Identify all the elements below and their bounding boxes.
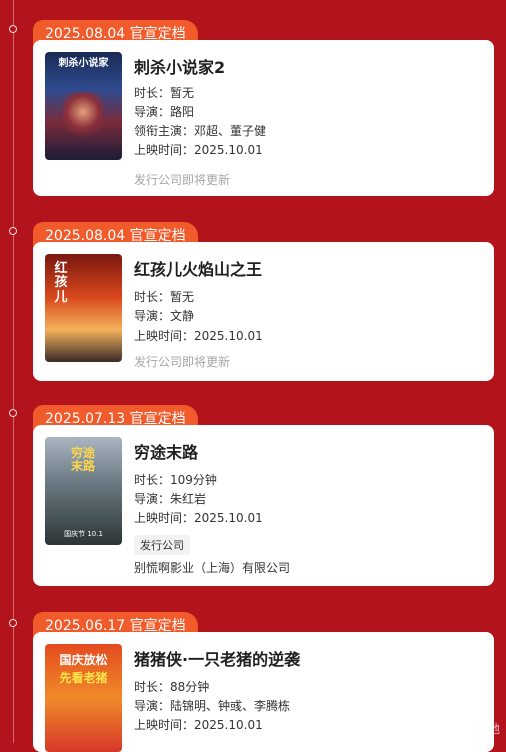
timeline-dot: [9, 25, 17, 33]
movie-entry[interactable]: 2025.08.04 官宣定档 刺杀小说家 刺杀小说家2 时长：暂无 导演：路阳…: [33, 20, 494, 197]
movie-title: 刺杀小说家2: [134, 58, 226, 77]
movie-poster[interactable]: 国庆放松 先看老猪: [45, 644, 122, 752]
movie-release-date: 上映时间：2025.10.01: [134, 329, 263, 343]
movie-entry[interactable]: 2025.08.04 官宣定档 红孩儿 红孩儿火焰山之王 时长：暂无 导演：文静…: [33, 222, 494, 382]
timeline-line: [13, 0, 14, 743]
publisher-name: 别慌啊影业（上海）有限公司: [134, 561, 291, 575]
poster-title-text: 刺杀小说家: [58, 58, 109, 69]
poster-subtext: 国庆节 10.1: [64, 530, 103, 539]
poster-title-text: 红孩儿: [54, 261, 68, 305]
movie-director: 导演：路阳: [134, 105, 195, 119]
movie-release-date: 上映时间：2025.10.01: [134, 143, 263, 157]
poster-title-text: 先看老猪: [59, 671, 108, 685]
movie-duration: 时长：109分钟: [134, 473, 217, 487]
publisher-pending: 发行公司即将更新: [134, 173, 231, 187]
movie-poster[interactable]: 穷途末路 国庆节 10.1: [45, 437, 122, 545]
movie-director: 导演：文静: [134, 309, 195, 323]
movie-cast: 领衔主演：邓超、董子健: [134, 124, 267, 138]
movie-card[interactable]: 红孩儿 红孩儿火焰山之王 时长：暂无 导演：文静 上映时间：2025.10.01…: [33, 242, 494, 381]
movie-entry[interactable]: 2025.07.13 官宣定档 穷途末路 国庆节 10.1 穷途末路 时长：10…: [33, 405, 494, 587]
movie-director: 导演：朱红岩: [134, 492, 207, 506]
poster-art: [63, 92, 103, 142]
poster-title-text: 国庆放松: [59, 653, 108, 667]
timeline-dot: [9, 619, 17, 627]
movie-poster[interactable]: 红孩儿: [45, 254, 122, 362]
movie-card[interactable]: 刺杀小说家 刺杀小说家2 时长：暂无 导演：路阳 领衔主演：邓超、董子健 上映时…: [33, 40, 494, 196]
publisher-pending: 发行公司即将更新: [134, 355, 231, 369]
movie-card[interactable]: 穷途末路 国庆节 10.1 穷途末路 时长：109分钟 导演：朱红岩 上映时间：…: [33, 425, 494, 586]
movie-director: 导演：陆锦明、钟彧、李腾栋: [134, 699, 291, 713]
movie-title: 红孩儿火焰山之王: [134, 260, 263, 279]
poster-title-text: 穷途末路: [71, 446, 96, 474]
timeline-dot: [9, 227, 17, 235]
publisher-label-tag: 发行公司: [134, 535, 190, 555]
movie-duration: 时长：暂无: [134, 290, 195, 304]
timeline-dot: [9, 409, 17, 417]
movie-release-date: 上映时间：2025.10.01: [134, 511, 263, 525]
movie-title: 猪猪侠·一只老猪的逆袭: [134, 650, 301, 669]
movie-duration: 时长：88分钟: [134, 680, 210, 694]
movie-release-date: 上映时间：2025.10.01: [134, 718, 263, 732]
movie-title: 穷途末路: [134, 443, 199, 462]
watermark: 头条号 / 一只三分地: [392, 722, 500, 736]
movie-duration: 时长：暂无: [134, 86, 195, 100]
movie-poster[interactable]: 刺杀小说家: [45, 52, 122, 160]
